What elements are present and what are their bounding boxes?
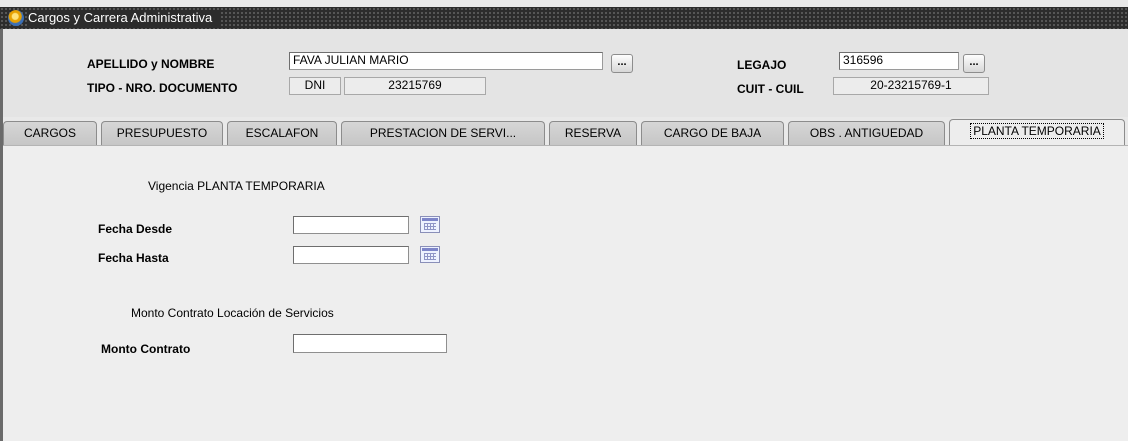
nro-documento-field: 23215769 [344, 77, 486, 95]
apellido-field[interactable]: FAVA JULIAN MARIO [289, 52, 603, 70]
legajo-lookup-button[interactable]: ... [963, 54, 985, 73]
calendar-icon[interactable] [420, 246, 440, 263]
tab-bar: CARGOS PRESUPUESTO ESCALAFON PRESTACION … [0, 119, 1128, 145]
apellido-lookup-button[interactable]: ... [611, 54, 633, 73]
tab-content-planta-temporaria: Vigencia PLANTA TEMPORARIA Fecha Desde F… [3, 145, 1128, 441]
monto-section-title: Monto Contrato Locación de Servicios [131, 306, 334, 320]
tab-obs-antiguedad[interactable]: OBS . ANTIGUEDAD [788, 121, 945, 145]
tab-cargo-de-baja[interactable]: CARGO DE BAJA [641, 121, 784, 145]
cuit-label: CUIT - CUIL [737, 82, 804, 96]
monto-contrato-input[interactable] [293, 334, 447, 353]
tab-escalafon[interactable]: ESCALAFON [227, 121, 337, 145]
monto-contrato-label: Monto Contrato [101, 342, 191, 356]
legajo-field[interactable]: 316596 [839, 52, 959, 70]
vigencia-section-title: Vigencia PLANTA TEMPORARIA [148, 179, 325, 193]
fecha-hasta-label: Fecha Hasta [98, 251, 169, 265]
cuit-field: 20-23215769-1 [833, 77, 989, 95]
tab-planta-temporaria[interactable]: PLANTA TEMPORARIA [949, 119, 1125, 145]
title-bar: Cargos y Carrera Administrativa [0, 7, 1128, 29]
tab-prestacion-de-servicios[interactable]: PRESTACION DE SERVI... [341, 121, 545, 145]
employee-header: APELLIDO y NOMBRE FAVA JULIAN MARIO ... … [3, 29, 1128, 117]
tipo-documento-field: DNI [289, 77, 341, 95]
fecha-desde-label: Fecha Desde [98, 222, 173, 236]
app-logo-icon [8, 10, 24, 26]
tab-cargos[interactable]: CARGOS [3, 121, 97, 145]
window-title: Cargos y Carrera Administrativa [28, 10, 221, 26]
main-window: Cargos y Carrera Administrativa APELLIDO… [0, 0, 1128, 441]
fecha-hasta-input[interactable] [293, 246, 409, 264]
calendar-icon[interactable] [420, 216, 440, 233]
tab-presupuesto[interactable]: PRESUPUESTO [101, 121, 223, 145]
apellido-label: APELLIDO y NOMBRE [87, 57, 215, 71]
tab-reserva[interactable]: RESERVA [549, 121, 637, 145]
legajo-label: LEGAJO [737, 58, 787, 72]
tipo-documento-label: TIPO - NRO. DOCUMENTO [87, 81, 238, 95]
fecha-desde-input[interactable] [293, 216, 409, 234]
